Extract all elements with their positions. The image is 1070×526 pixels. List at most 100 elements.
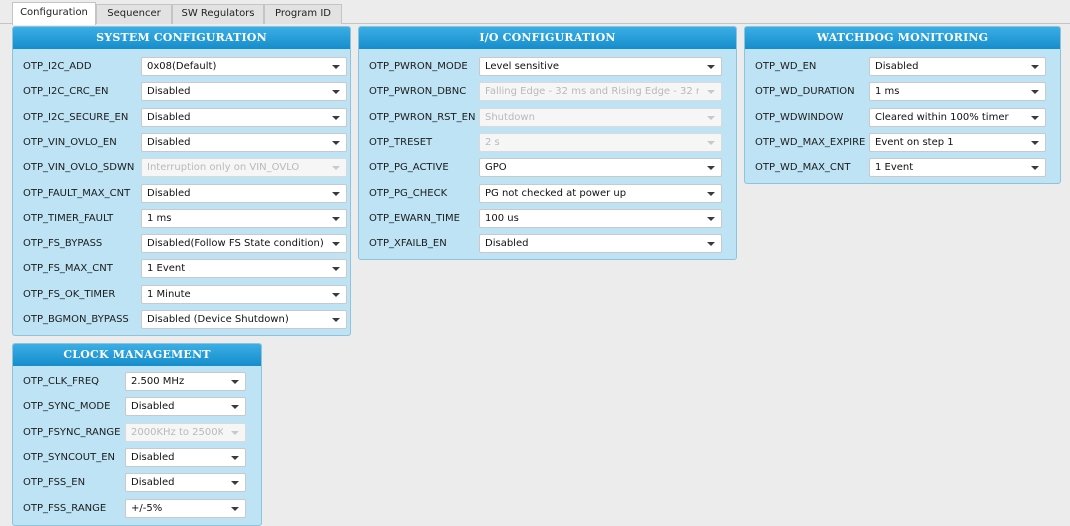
chevron-down-icon[interactable]	[1031, 65, 1039, 69]
tab-configuration[interactable]: Configuration	[12, 2, 96, 25]
otp-sync-mode-dropdown[interactable]: Disabled	[125, 397, 246, 416]
otp-wd-en-dropdown[interactable]: Disabled	[869, 57, 1046, 76]
chevron-down-icon[interactable]	[332, 267, 340, 271]
otp-pg-active-value: GPO	[485, 162, 507, 173]
chevron-down-icon[interactable]	[231, 481, 239, 485]
system-configuration-title: SYSTEM CONFIGURATION	[13, 27, 350, 49]
otp-i2c-add-dropdown[interactable]: 0x08(Default)	[141, 57, 347, 76]
otp-ewarn-time-dropdown[interactable]: 100 us	[479, 209, 722, 228]
otp-pg-check-dropdown[interactable]: PG not checked at power up	[479, 184, 722, 203]
otp-fss-range-dropdown[interactable]: +/-5%	[125, 499, 246, 518]
setting-row-otp-fs-max-cnt: OTP_FS_MAX_CNT 1 Event	[13, 259, 350, 279]
otp-i2c-secure-en-label: OTP_I2C_SECURE_EN	[23, 112, 129, 123]
otp-bgmon-bypass-dropdown[interactable]: Disabled (Device Shutdown)	[141, 310, 347, 329]
otp-pwron-mode-value: Level sensitive	[485, 61, 560, 72]
otp-xfailb-en-dropdown[interactable]: Disabled	[479, 234, 722, 253]
tab-bar: Configuration Sequencer SW Regulators Pr…	[0, 0, 1070, 25]
chevron-down-icon[interactable]	[231, 456, 239, 460]
chevron-down-icon[interactable]	[332, 141, 340, 145]
otp-wd-max-expire-dropdown[interactable]: Event on step 1	[869, 133, 1046, 152]
chevron-down-icon[interactable]	[332, 242, 340, 246]
setting-row-otp-xfailb-en: OTP_XFAILB_EN Disabled	[359, 234, 736, 254]
otp-clk-freq-value: 2.500 MHz	[131, 376, 185, 387]
otp-fss-range-value: +/-5%	[131, 503, 163, 514]
otp-wd-max-cnt-label: OTP_WD_MAX_CNT	[755, 162, 851, 173]
chevron-down-icon[interactable]	[231, 380, 239, 384]
otp-vin-ovlo-en-dropdown[interactable]: Disabled	[141, 133, 347, 152]
chevron-down-icon[interactable]	[332, 65, 340, 69]
chevron-down-icon[interactable]	[332, 318, 340, 322]
otp-wd-max-cnt-value: 1 Event	[875, 162, 914, 173]
otp-fsync-range-value: 2000KHz to 2500KHz	[131, 427, 223, 438]
chevron-down-icon[interactable]	[1031, 141, 1039, 145]
otp-fault-max-cnt-dropdown[interactable]: Disabled	[141, 184, 347, 203]
chevron-down-icon[interactable]	[1031, 166, 1039, 170]
io-configuration-panel: I/O CONFIGURATION OTP_PWRON_MODE Level se…	[358, 26, 737, 260]
otp-fs-max-cnt-dropdown[interactable]: 1 Event	[141, 259, 347, 278]
otp-timer-fault-dropdown[interactable]: 1 ms	[141, 209, 347, 228]
otp-fs-ok-timer-dropdown[interactable]: 1 Minute	[141, 285, 347, 304]
tab-sw-regulators[interactable]: SW Regulators	[172, 4, 264, 24]
chevron-down-icon[interactable]	[707, 242, 715, 246]
otp-fss-en-label: OTP_FSS_EN	[23, 477, 86, 488]
chevron-down-icon[interactable]	[1031, 116, 1039, 120]
otp-ewarn-time-label: OTP_EWARN_TIME	[369, 213, 460, 224]
otp-vin-ovlo-sdwn-dropdown: Interruption only on VIN_OVLO	[141, 158, 347, 177]
chevron-down-icon[interactable]	[332, 90, 340, 94]
setting-row-otp-wd-max-cnt: OTP_WD_MAX_CNT 1 Event	[745, 158, 1060, 178]
otp-treset-label: OTP_TRESET	[369, 137, 433, 148]
otp-pg-active-dropdown[interactable]: GPO	[479, 158, 722, 177]
chevron-down-icon[interactable]	[231, 507, 239, 511]
otp-i2c-crc-en-label: OTP_I2C_CRC_EN	[23, 86, 109, 97]
otp-wd-duration-dropdown[interactable]: 1 ms	[869, 82, 1046, 101]
setting-row-otp-clk-freq: OTP_CLK_FREQ 2.500 MHz	[13, 372, 261, 392]
otp-i2c-secure-en-dropdown[interactable]: Disabled	[141, 108, 347, 127]
otp-pwron-rst-en-dropdown: Shutdown	[479, 108, 722, 127]
chevron-down-icon	[707, 90, 715, 94]
chevron-down-icon[interactable]	[332, 116, 340, 120]
chevron-down-icon	[231, 431, 239, 435]
chevron-down-icon[interactable]	[332, 217, 340, 221]
setting-row-otp-sync-mode: OTP_SYNC_MODE Disabled	[13, 397, 261, 417]
tab-program-id[interactable]: Program ID	[264, 4, 342, 24]
otp-pwron-dbnc-dropdown: Falling Edge - 32 ms and Rising Edge - 3…	[479, 82, 722, 101]
otp-i2c-crc-en-dropdown[interactable]: Disabled	[141, 82, 347, 101]
otp-clk-freq-dropdown[interactable]: 2.500 MHz	[125, 372, 246, 391]
otp-pg-active-label: OTP_PG_ACTIVE	[369, 162, 449, 173]
io-configuration-title: I/O CONFIGURATION	[359, 27, 736, 49]
otp-fss-range-label: OTP_FSS_RANGE	[23, 503, 107, 514]
otp-bgmon-bypass-value: Disabled (Device Shutdown)	[147, 314, 289, 325]
otp-wd-max-expire-value: Event on step 1	[875, 137, 954, 148]
setting-row-otp-fs-bypass: OTP_FS_BYPASS Disabled(Follow FS State co…	[13, 234, 350, 254]
otp-fss-en-dropdown[interactable]: Disabled	[125, 473, 246, 492]
otp-wd-max-expire-label: OTP_WD_MAX_EXPIRE	[755, 137, 866, 148]
setting-row-otp-vin-ovlo-en: OTP_VIN_OVLO_EN Disabled	[13, 133, 350, 153]
chevron-down-icon[interactable]	[707, 192, 715, 196]
clock-management-title: CLOCK MANAGEMENT	[13, 344, 261, 366]
otp-wdwindow-dropdown[interactable]: Cleared within 100% timer	[869, 108, 1046, 127]
otp-pwron-mode-dropdown[interactable]: Level sensitive	[479, 57, 722, 76]
chevron-down-icon[interactable]	[707, 65, 715, 69]
otp-wdwindow-value: Cleared within 100% timer	[875, 112, 1009, 123]
otp-wd-en-label: OTP_WD_EN	[755, 61, 817, 72]
clock-management-panel: CLOCK MANAGEMENT OTP_CLK_FREQ 2.500 MHz OT…	[12, 343, 262, 526]
setting-row-otp-wd-duration: OTP_WD_DURATION 1 ms	[745, 82, 1060, 102]
chevron-down-icon[interactable]	[332, 192, 340, 196]
chevron-down-icon[interactable]	[332, 293, 340, 297]
setting-row-otp-i2c-add: OTP_I2C_ADD 0x08(Default)	[13, 57, 350, 77]
tab-sequencer[interactable]: Sequencer	[96, 4, 172, 24]
watchdog-monitoring-title: WATCHDOG MONITORING	[745, 27, 1060, 49]
chevron-down-icon[interactable]	[1031, 90, 1039, 94]
chevron-down-icon[interactable]	[707, 166, 715, 170]
setting-row-otp-i2c-secure-en: OTP_I2C_SECURE_EN Disabled	[13, 108, 350, 128]
chevron-down-icon	[332, 166, 340, 170]
otp-i2c-add-label: OTP_I2C_ADD	[23, 61, 92, 72]
otp-vin-ovlo-sdwn-label: OTP_VIN_OVLO_SDWN	[23, 162, 135, 173]
chevron-down-icon[interactable]	[707, 217, 715, 221]
setting-row-otp-treset: OTP_TRESET 2 s	[359, 133, 736, 153]
otp-syncout-en-dropdown[interactable]: Disabled	[125, 448, 246, 467]
chevron-down-icon[interactable]	[231, 405, 239, 409]
otp-fs-bypass-label: OTP_FS_BYPASS	[23, 238, 103, 249]
otp-fs-bypass-dropdown[interactable]: Disabled(Follow FS State condition)	[141, 234, 347, 253]
otp-wd-max-cnt-dropdown[interactable]: 1 Event	[869, 158, 1046, 177]
